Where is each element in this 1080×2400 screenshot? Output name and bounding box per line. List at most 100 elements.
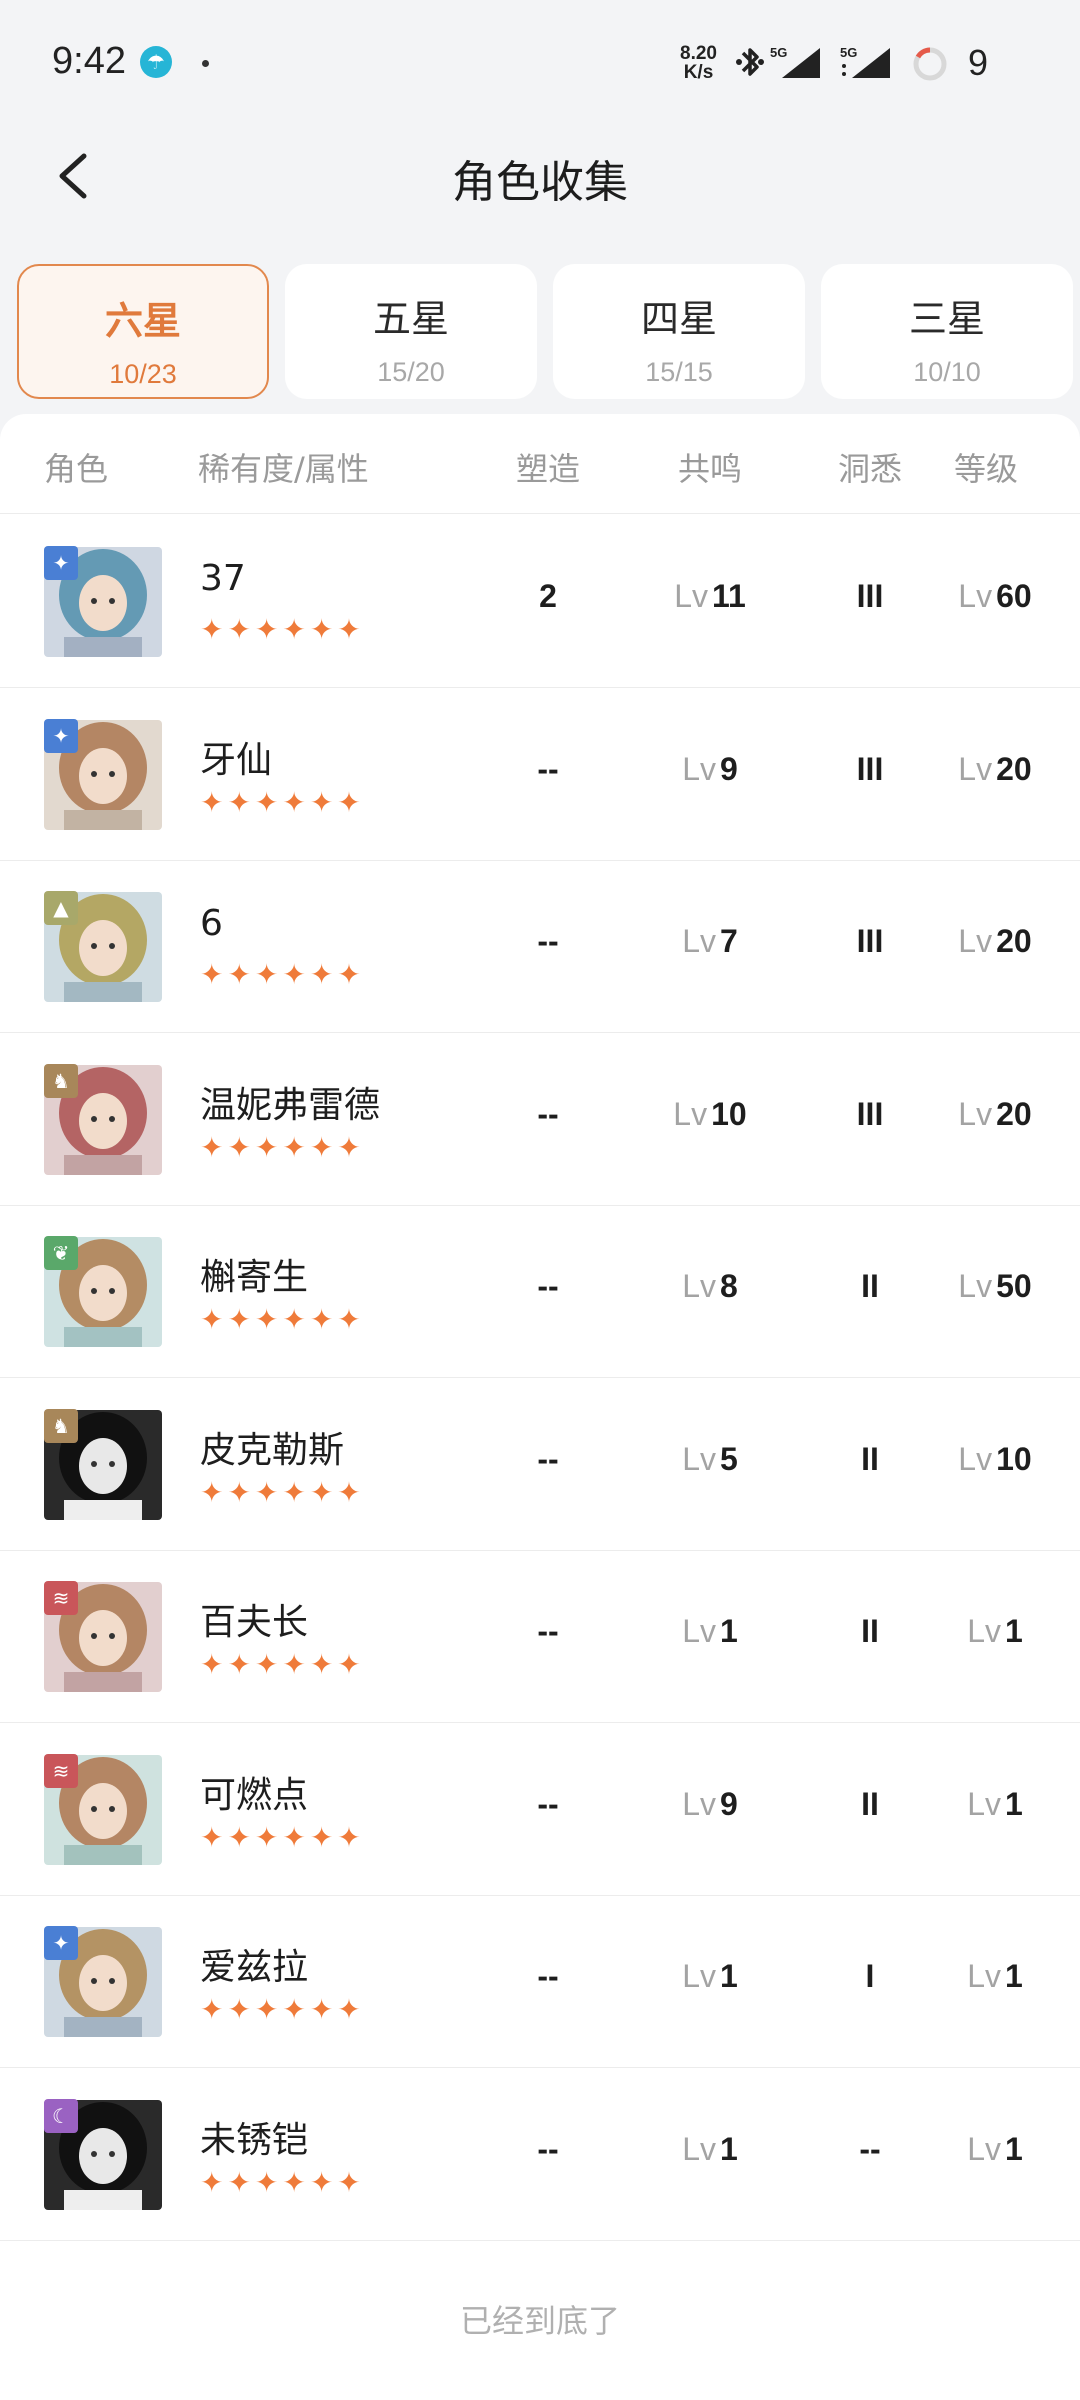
character-name: 6 (200, 903, 223, 944)
rarity-stars: ✦✦✦✦✦✦ (200, 1303, 365, 1336)
page-title: 角色收集 (452, 157, 628, 208)
character-name: 可燃点 (200, 1774, 309, 1816)
status-time: 9:42 (52, 40, 126, 82)
rarity-stars: ✦✦✦✦✦✦ (200, 1475, 365, 1509)
tab-count: 15/20 (377, 357, 445, 387)
character-row[interactable]: ☾ 未锈铠 ✦✦✦✦✦✦ -- Lv 1 -- Lv 1 (0, 2069, 1080, 2241)
character-list-card: 角色 稀有度/属性 塑造 共鸣 洞悉 等级 ✦ 37 ✦✦✦✦✦✦ 2 Lv 11 III L… (0, 414, 1080, 2400)
tab-six-star[interactable]: 六星 10/23 (17, 264, 269, 399)
tab-three-star[interactable]: 三星 10/10 (821, 264, 1073, 399)
rarity-stars: ✦✦✦✦✦✦ (200, 1820, 365, 1854)
character-row[interactable]: ▲ 6 ✦✦✦✦✦✦ -- Lv 7 III Lv 20 (0, 861, 1080, 1033)
character-name: 爱兹拉 (200, 1947, 309, 1988)
mold-value: -- (537, 1958, 559, 1994)
lv-prefix: Lv (958, 1440, 993, 1477)
rarity-stars: ✦✦✦✦✦✦ (200, 1130, 365, 1164)
level-value: Lv 20 (930, 923, 1060, 960)
resonance-number: 10 (711, 1095, 747, 1132)
level-number: 1 (1005, 1613, 1023, 1649)
character-row[interactable]: ♞ 皮克勒斯 ✦✦✦✦✦✦ -- Lv 5 II Lv 10 (0, 1379, 1080, 1551)
level-number: 50 (996, 1268, 1032, 1304)
tab-count: 10/10 (913, 357, 981, 387)
insight-value: II (861, 1440, 879, 1477)
column-header: 角色 稀有度/属性 塑造 共鸣 洞悉 等级 (0, 414, 1080, 514)
character-row[interactable]: ✦ 37 ✦✦✦✦✦✦ 2 Lv 11 III Lv 60 (0, 516, 1080, 688)
insight-value: II (861, 1268, 879, 1304)
lv-prefix: Lv (958, 1095, 993, 1132)
level-value: Lv 20 (930, 1096, 1060, 1133)
tab-label: 六星 (104, 299, 181, 343)
resonance-number: 11 (711, 578, 746, 614)
network-speed: 8.20 K/s (680, 44, 717, 82)
character-row[interactable]: ✦ 牙仙 ✦✦✦✦✦✦ -- Lv 9 III Lv 20 (0, 689, 1080, 861)
level-number: 1 (1005, 2130, 1023, 2167)
battery-ring-icon (913, 47, 947, 81)
level-number: 20 (996, 1095, 1032, 1132)
tab-four-star[interactable]: 四星 15/15 (553, 264, 805, 399)
rarity-stars: ✦✦✦✦✦✦ (200, 613, 365, 646)
lv-prefix: Lv (967, 2130, 1001, 2167)
character-name: 未锈铠 (200, 2119, 309, 2161)
level-number: 20 (996, 750, 1032, 787)
bluetooth-icon (736, 48, 764, 76)
character-row[interactable]: ≋ 百夫长 ✦✦✦✦✦✦ -- Lv 1 II Lv 1 (0, 1551, 1080, 1723)
tab-five-star[interactable]: 五星 15/20 (285, 264, 537, 399)
column-resonance: 共鸣 (678, 450, 743, 488)
character-name: 百夫长 (200, 1602, 309, 1643)
insight-value: III (856, 923, 884, 959)
level-value: Lv 10 (930, 1441, 1060, 1478)
rarity-stars: ✦✦✦✦✦✦ (200, 1993, 365, 2026)
mold-value: -- (537, 1785, 559, 1822)
character-row[interactable]: ❦ 槲寄生 ✦✦✦✦✦✦ -- Lv 8 II Lv 50 (0, 1206, 1080, 1378)
rarity-stars: ✦✦✦✦✦✦ (200, 958, 365, 991)
star-element-icon: ✦ (44, 718, 78, 753)
star-element-icon: ✦ (44, 546, 78, 580)
level-number: 60 (996, 578, 1032, 614)
resonance-number: 1 (720, 2130, 738, 2167)
battery-level: 9 (968, 42, 989, 83)
level-number: 1 (1005, 1785, 1023, 1822)
tab-label: 三星 (908, 297, 985, 341)
level-value: Lv 1 (930, 1613, 1060, 1650)
svg-text:5G: 5G (840, 45, 857, 60)
column-character: 角色 (44, 450, 109, 488)
lv-prefix: Lv (958, 1268, 993, 1304)
character-name: 37 (200, 558, 246, 599)
level-value: Lv 1 (930, 1958, 1060, 1995)
character-name: 皮克勒斯 (200, 1429, 345, 1471)
level-number: 10 (996, 1440, 1032, 1477)
lv-prefix: Lv (967, 1613, 1001, 1649)
column-insight: 洞悉 (838, 450, 903, 488)
lv-prefix: Lv (967, 1958, 1001, 1994)
character-row[interactable]: ♞ 温妮弗雷德 ✦✦✦✦✦✦ -- Lv 10 III Lv 20 (0, 1034, 1080, 1206)
resonance-value: Lv 7 (640, 923, 780, 960)
lv-prefix: Lv (682, 2130, 716, 2167)
resonance-value: Lv 11 (640, 578, 780, 615)
beast-element-icon: ♞ (44, 1063, 78, 1098)
level-value: Lv 60 (930, 578, 1060, 615)
star-element-icon: ✦ (44, 1926, 78, 1960)
umbrella-icon: ☂ (140, 46, 172, 78)
column-level: 等级 (954, 450, 1019, 488)
mold-value: 2 (539, 578, 557, 614)
svg-text:5G: 5G (770, 45, 787, 60)
wave-element-icon: ≋ (44, 1753, 78, 1788)
mold-value: -- (537, 750, 559, 787)
resonance-value: Lv 10 (640, 1096, 780, 1133)
network-speed-unit: K/s (683, 62, 714, 83)
lv-prefix: Lv (682, 1958, 716, 1994)
resonance-number: 9 (720, 750, 738, 787)
beast-element-icon: ♞ (44, 1408, 78, 1443)
mold-value: -- (537, 1613, 559, 1649)
character-row[interactable]: ✦ 爱兹拉 ✦✦✦✦✦✦ -- Lv 1 I Lv 1 (0, 1896, 1080, 2068)
mold-value: -- (537, 1440, 559, 1477)
header: 角色收集 (0, 126, 1080, 226)
character-row[interactable]: ≋ 可燃点 ✦✦✦✦✦✦ -- Lv 9 II Lv 1 (0, 1724, 1080, 1896)
rarity-stars: ✦✦✦✦✦✦ (200, 785, 365, 819)
tab-label: 四星 (640, 297, 717, 341)
resonance-value: Lv 1 (640, 2131, 780, 2168)
tab-count: 10/23 (109, 359, 177, 389)
lv-prefix: Lv (682, 1785, 716, 1822)
tab-label: 五星 (372, 297, 449, 341)
lv-prefix: Lv (958, 923, 993, 959)
